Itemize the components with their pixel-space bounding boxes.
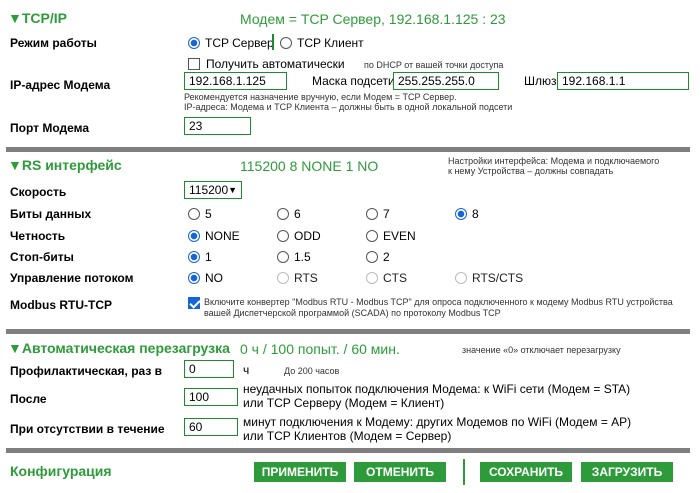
radio-icon[interactable] [366, 272, 378, 284]
tcpip-summary: Модем = TCP Сервер, 192.168.1.125 : 23 [240, 11, 506, 27]
bits-option-6[interactable]: 6 [277, 207, 301, 221]
separator [6, 448, 690, 453]
radio-icon[interactable] [366, 230, 378, 242]
modbus-hint-1: Включите конвертер "Modbus RTU - Modbus … [204, 297, 673, 307]
rs-hint-2: к нему Устройства – должны совпадать [448, 166, 614, 176]
after-desc-2: или TCP Серверу (Модем = Клиент) [243, 396, 445, 410]
modbus-checkbox[interactable] [188, 297, 200, 309]
auto-ip-label: Получить автоматически [206, 57, 345, 71]
radio-selected-icon[interactable] [188, 37, 200, 49]
radio-icon[interactable] [455, 272, 467, 284]
save-button[interactable]: СОХРАНИТЬ [480, 462, 572, 482]
flow-option-no[interactable]: NO [188, 271, 223, 285]
radio-icon[interactable] [366, 251, 378, 263]
gateway-label: Шлюз [524, 74, 557, 88]
mode-option-tcp-server[interactable]: TCP Сервер [188, 36, 274, 50]
radio-icon[interactable] [277, 251, 289, 263]
modbus-hint-2: вашей Диспетчерской программой (SCADA) п… [204, 308, 501, 318]
radio-selected-icon[interactable] [455, 208, 467, 220]
mask-label: Маска подсети [312, 74, 395, 88]
after-attempts-input[interactable] [184, 388, 238, 406]
absent-desc-1: минут подключения к Модему: других Модем… [243, 415, 632, 429]
modbus-label: Modbus RTU-TCP [10, 298, 112, 312]
radio-icon[interactable] [277, 272, 289, 284]
tcpip-section-title[interactable]: ▼TCP/IP [8, 10, 67, 26]
load-button[interactable]: ЗАГРУЗИТЬ [581, 462, 673, 482]
rs-summary: 115200 8 NONE 1 NO [240, 158, 379, 174]
separator [6, 329, 690, 334]
data-bits-label: Биты данных [10, 207, 92, 221]
bits-option-8[interactable]: 8 [455, 207, 479, 221]
mode-divider [272, 34, 274, 50]
radio-icon[interactable] [280, 37, 292, 49]
auto-ip-checkbox[interactable] [188, 58, 200, 70]
ip-hint-1: Рекомендуется назначение вручную, если М… [184, 92, 457, 102]
flow-control-label: Управление потоком [10, 271, 134, 285]
parity-option-odd[interactable]: ODD [277, 229, 321, 243]
ip-hint-2: IP-адреса: Модема и TCP Клиента – должны… [184, 102, 513, 112]
mode-label: Режим работы [10, 36, 97, 50]
reboot-hint: значение «0» отключает перезагрузку [462, 345, 621, 355]
separator [6, 147, 690, 152]
speed-label: Скорость [10, 185, 67, 199]
reboot-summary: 0 ч / 100 попыт. / 60 мин. [240, 341, 400, 357]
bits-option-5[interactable]: 5 [188, 207, 212, 221]
flow-option-rts-cts[interactable]: RTS/CTS [455, 271, 523, 285]
cancel-button[interactable]: ОТМЕНИТЬ [354, 462, 446, 482]
radio-selected-icon[interactable] [188, 230, 200, 242]
radio-selected-icon[interactable] [188, 251, 200, 263]
parity-label: Четность [10, 229, 66, 243]
radio-icon[interactable] [366, 208, 378, 220]
footer-divider [463, 459, 465, 485]
gateway-input[interactable] [557, 72, 689, 90]
speed-select[interactable]: 115200 ▼ [184, 181, 242, 199]
stop-option-1[interactable]: 1 [188, 250, 212, 264]
radio-icon[interactable] [277, 230, 289, 242]
preventive-input[interactable] [184, 360, 234, 378]
after-label: После [10, 392, 47, 406]
stop-bits-label: Стоп-биты [10, 250, 74, 264]
preventive-unit: ч [243, 363, 250, 377]
stop-option-1-5[interactable]: 1.5 [277, 250, 311, 264]
absent-desc-2: или TCP Клиентов (Модем = Сервер) [243, 429, 452, 443]
reboot-section-title[interactable]: ▼Автоматическая перезагрузка [8, 340, 230, 356]
flow-option-cts[interactable]: CTS [366, 271, 407, 285]
radio-icon[interactable] [277, 208, 289, 220]
ip-label: IP-адрес Модема [10, 78, 111, 92]
radio-selected-icon[interactable] [188, 272, 200, 284]
auto-ip-hint: по DHCP от вашей точки доступа [364, 60, 504, 70]
flow-option-rts[interactable]: RTS [277, 271, 318, 285]
parity-option-even[interactable]: EVEN [366, 229, 416, 243]
radio-icon[interactable] [188, 208, 200, 220]
after-desc-1: неудачных попыток подключения Модема: к … [243, 382, 631, 396]
rs-section-title[interactable]: ▼RS интерфейс [8, 157, 122, 173]
rs-hint-1: Настройки интерфейса: Модема и подключае… [448, 156, 660, 166]
chevron-down-icon: ▼ [228, 185, 238, 195]
absent-label: При отсутствии в течение [10, 422, 165, 436]
absent-minutes-input[interactable] [184, 418, 238, 436]
bits-option-7[interactable]: 7 [366, 207, 390, 221]
stop-option-2[interactable]: 2 [366, 250, 390, 264]
parity-option-none[interactable]: NONE [188, 229, 240, 243]
ip-address-input[interactable] [184, 72, 287, 90]
apply-button[interactable]: ПРИМЕНИТЬ [254, 462, 346, 482]
port-label: Порт Модема [10, 121, 90, 135]
port-input[interactable] [184, 117, 251, 135]
preventive-hint: До 200 часов [284, 366, 340, 376]
subnet-mask-input[interactable] [393, 72, 499, 90]
mode-option-tcp-client[interactable]: TCP Клиент [280, 36, 364, 50]
config-title: Конфигурация [10, 463, 112, 479]
preventive-label: Профилактическая, раз в [10, 364, 163, 378]
